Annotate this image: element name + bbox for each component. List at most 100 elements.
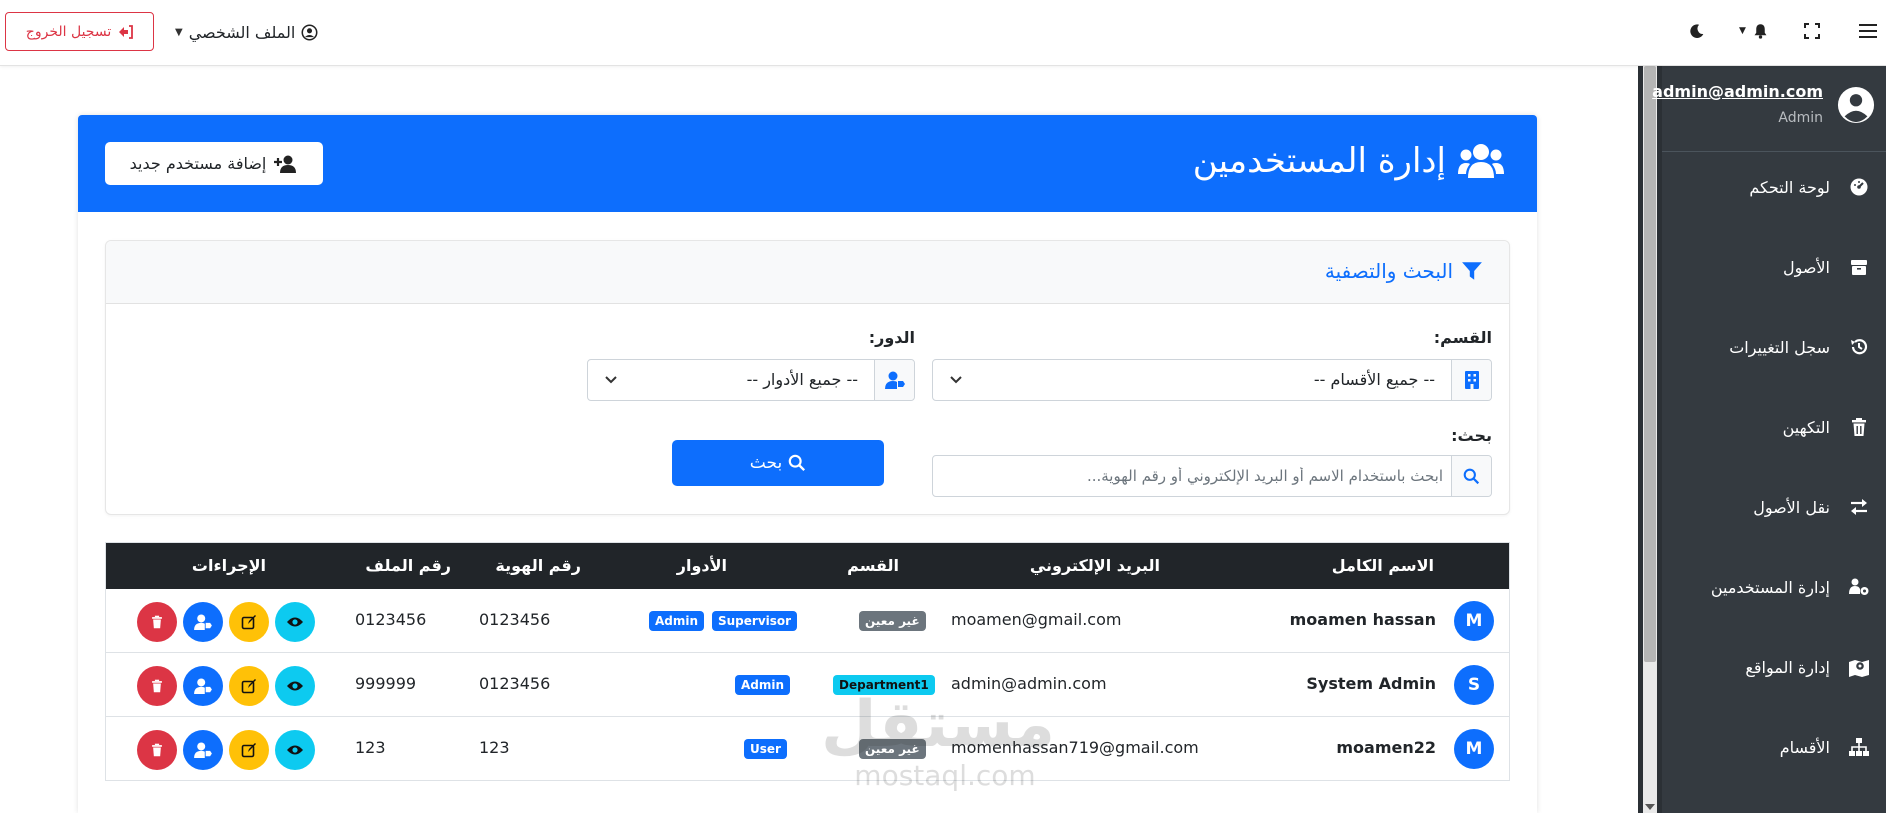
user-tag-icon — [194, 742, 212, 758]
sitemap-icon — [1848, 736, 1870, 758]
table-row: S System Admin admin@admin.com Departmen… — [106, 653, 1509, 717]
role-badge: User — [744, 739, 787, 759]
fullscreen-button[interactable] — [1800, 19, 1824, 43]
profile-label: الملف الشخصي — [188, 22, 296, 42]
sidebar-item-departments[interactable]: الأقسام — [1662, 717, 1886, 777]
edit-button[interactable] — [229, 602, 269, 642]
bars-icon — [1859, 24, 1877, 38]
sidebar-item-label: إدارة المستخدمين — [1710, 577, 1830, 597]
profile-menu[interactable]: الملف الشخصي ▼ — [175, 20, 318, 44]
sidebar-item-disposal[interactable]: التكهين — [1662, 397, 1886, 457]
chevron-down-icon — [605, 376, 617, 384]
dark-mode-toggle[interactable] — [1684, 19, 1708, 43]
column-header-roles: الأدوار — [676, 556, 727, 575]
search-icon — [788, 454, 806, 472]
view-button[interactable] — [275, 730, 315, 770]
user-name: System Admin — [1306, 674, 1436, 693]
user-plus-icon — [274, 155, 297, 173]
box-icon — [1848, 256, 1870, 278]
department-badge: Department1 — [833, 675, 935, 695]
user-avatar-icon — [1837, 86, 1875, 124]
id-number: 123 — [479, 738, 510, 757]
filter-title: البحث والتصفية — [1325, 259, 1483, 283]
exchange-icon — [1848, 496, 1870, 518]
edit-icon — [241, 743, 256, 758]
id-number: 0123456 — [479, 610, 551, 629]
view-button[interactable] — [275, 666, 315, 706]
search-input[interactable] — [953, 456, 1443, 496]
bell-icon — [1754, 24, 1767, 39]
delete-button[interactable] — [137, 602, 177, 642]
expand-icon — [1804, 23, 1820, 39]
edit-icon — [241, 679, 256, 694]
sidebar-item-label: سجل التغييرات — [1729, 337, 1830, 357]
search-input-group — [932, 455, 1492, 497]
trash-icon — [152, 743, 162, 757]
search-label: بحث: — [1451, 426, 1492, 445]
sidebar-item-label: إدارة المواقع — [1745, 657, 1830, 677]
sidebar: admin@admin.com Admin لوحة التحكم الأصول… — [1638, 66, 1886, 813]
card-header: إدارة المستخدمين إضافة مستخدم جديد — [78, 115, 1537, 212]
sidebar-item-dashboard[interactable]: لوحة التحكم — [1662, 157, 1886, 217]
user-email: momenhassan719@gmail.com — [951, 738, 1199, 757]
user-name: moamen22 — [1336, 738, 1436, 757]
users-icon — [1458, 144, 1504, 178]
logout-label: تسجيل الخروج — [25, 23, 112, 40]
view-button[interactable] — [275, 602, 315, 642]
file-number: 0123456 — [355, 610, 427, 629]
edit-button[interactable] — [229, 666, 269, 706]
top-navbar: تسجيل الخروج الملف الشخصي ▼ ▼ — [0, 0, 1886, 66]
scrollbar-thumb[interactable] — [1644, 66, 1656, 662]
filter-icon — [1462, 262, 1482, 280]
department-select[interactable]: -- جميع الأقسام -- — [932, 359, 1492, 401]
sidebar-item-label: التكهين — [1782, 417, 1830, 437]
sidebar-item-locations[interactable]: إدارة المواقع — [1662, 637, 1886, 697]
sidebar-item-user-management[interactable]: إدارة المستخدمين — [1662, 557, 1886, 617]
assign-role-button[interactable] — [183, 602, 223, 642]
users-cog-icon — [1848, 576, 1870, 598]
user-email: moamen@gmail.com — [951, 610, 1122, 629]
file-number: 123 — [355, 738, 386, 757]
logout-button[interactable]: تسجيل الخروج — [5, 12, 154, 51]
filter-title-text: البحث والتصفية — [1324, 259, 1453, 283]
search-button[interactable]: بحث — [672, 440, 884, 486]
add-user-button[interactable]: إضافة مستخدم جديد — [105, 142, 323, 185]
column-header-email: البريد الإلكتروني — [1029, 556, 1160, 575]
role-badge: Admin — [735, 675, 791, 695]
sidebar-item-history[interactable]: سجل التغييرات — [1662, 317, 1886, 377]
sidebar-item-asset-transfer[interactable]: نقل الأصول — [1662, 477, 1886, 537]
sidebar-item-assets[interactable]: الأصول — [1662, 237, 1886, 297]
search-button-label: بحث — [749, 453, 783, 473]
avatar: M — [1454, 601, 1494, 641]
page-title: إدارة المستخدمين — [1193, 141, 1504, 181]
user-tag-icon — [884, 371, 905, 389]
user-email[interactable]: admin@admin.com — [1652, 82, 1823, 101]
column-header-id-number: رقم الهوية — [495, 556, 581, 575]
sidebar-scroll-area — [1638, 66, 1662, 813]
sidebar-item-label: الأصول — [1782, 257, 1830, 277]
menu-toggle[interactable] — [1856, 19, 1880, 43]
delete-button[interactable] — [137, 730, 177, 770]
assign-role-button[interactable] — [183, 730, 223, 770]
eye-icon — [287, 617, 303, 627]
delete-button[interactable] — [137, 666, 177, 706]
role-label: الدور: — [868, 328, 915, 347]
scroll-down-icon[interactable] — [1645, 804, 1655, 810]
history-icon — [1848, 336, 1870, 358]
table-row: M moamen22 momenhassan719@gmail.com غير … — [106, 717, 1509, 781]
users-card: إدارة المستخدمين إضافة مستخدم جديد البحث… — [78, 115, 1537, 813]
department-select-value: -- جميع الأقسام -- — [1313, 370, 1435, 389]
caret-down-icon: ▼ — [1739, 26, 1746, 36]
page-title-text: إدارة المستخدمين — [1192, 141, 1446, 181]
role-select[interactable]: -- جميع الأدوار -- — [587, 359, 915, 401]
sidebar-item-label: لوحة التحكم — [1749, 177, 1830, 197]
column-header-department: القسم — [847, 556, 899, 575]
edit-button[interactable] — [229, 730, 269, 770]
avatar: M — [1454, 729, 1494, 769]
user-circle-icon — [301, 24, 318, 40]
avatar: S — [1454, 665, 1494, 705]
file-number: 999999 — [355, 674, 417, 693]
assign-role-button[interactable] — [183, 666, 223, 706]
notifications-menu[interactable]: ▼ — [1734, 19, 1774, 43]
user-tag-icon — [194, 614, 212, 630]
